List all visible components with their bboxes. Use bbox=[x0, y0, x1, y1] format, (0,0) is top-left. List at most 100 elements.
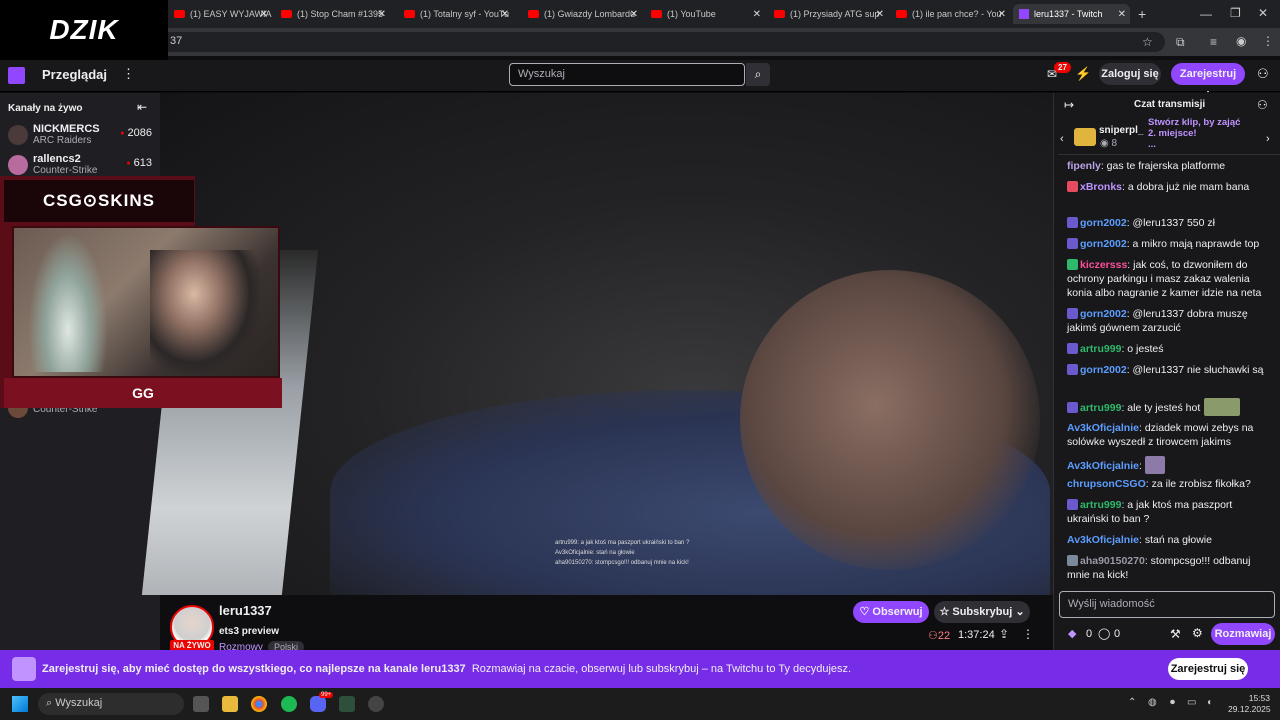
browser-tab[interactable]: (1) Stop Cham #1395 ✕ bbox=[275, 4, 390, 24]
search-icon[interactable]: ⌕ bbox=[746, 63, 770, 86]
browser-tab-active[interactable]: leru1337 - Twitch ✕ bbox=[1013, 4, 1130, 24]
chat-message: artru999: a jak ktoś ma paszport ukraińs… bbox=[1067, 498, 1272, 526]
menu-icon[interactable]: ⋮ bbox=[1262, 34, 1274, 48]
browser-tab[interactable]: (1) Totalny syf - YouTu ✕ bbox=[398, 4, 513, 24]
chat-send-button[interactable]: Rozmawiaj bbox=[1211, 623, 1275, 645]
chat-username[interactable]: artru999 bbox=[1080, 499, 1121, 511]
bits-icon[interactable]: ◆ bbox=[1068, 627, 1076, 640]
browser-tab[interactable]: (1) ile pan chce? - You ✕ bbox=[890, 4, 1010, 24]
browser-tab[interactable]: (1) Przysiady ATG sup ✕ bbox=[768, 4, 888, 24]
file-explorer-icon[interactable] bbox=[222, 696, 238, 712]
close-icon[interactable]: ✕ bbox=[998, 9, 1006, 20]
browser-tab[interactable]: (1) EASY WYJAWIA BR✕ bbox=[168, 4, 272, 24]
close-icon[interactable]: ✕ bbox=[630, 9, 638, 20]
chat-username[interactable]: gorn2002 bbox=[1080, 217, 1127, 229]
collapse-chat-icon[interactable]: ↦ bbox=[1064, 98, 1074, 112]
microphone-icon[interactable]: ⏺ bbox=[1170, 697, 1175, 708]
more-actions-icon[interactable]: ⋮ bbox=[1022, 627, 1034, 641]
collapse-sidebar-icon[interactable]: ⇤ bbox=[137, 100, 147, 114]
close-icon[interactable]: ✕ bbox=[378, 9, 386, 20]
pinned-user[interactable]: sniperpl_ bbox=[1099, 125, 1143, 136]
address-bar[interactable]: 37 bbox=[150, 32, 1165, 52]
chat-username[interactable]: gorn2002 bbox=[1080, 308, 1127, 320]
clip-prompt[interactable]: Stwórz klip, by zająć 2. miejsce! ... bbox=[1148, 117, 1258, 150]
mod-tools-icon[interactable]: ⚒ bbox=[1170, 627, 1181, 641]
tray-app-icon[interactable]: ◍ bbox=[1148, 697, 1157, 708]
sponsor-banner: CSG⊙SKINS bbox=[4, 180, 194, 222]
obs-icon[interactable] bbox=[368, 696, 384, 712]
new-tab-icon[interactable]: + bbox=[1138, 6, 1146, 22]
chat-username[interactable]: Av3kOficjalnie bbox=[1067, 534, 1139, 546]
bits-count: 0 bbox=[1086, 628, 1093, 640]
youtube-icon bbox=[528, 10, 539, 18]
chat-message: artru999: o jesteś bbox=[1067, 342, 1272, 356]
task-view-icon[interactable] bbox=[193, 696, 209, 712]
taskbar-search-label: Wyszukaj bbox=[55, 697, 103, 709]
maximize-icon[interactable]: ❐ bbox=[1230, 6, 1241, 20]
browse-link[interactable]: Przeglądaj bbox=[42, 67, 107, 82]
bookmark-star-icon[interactable]: ☆ bbox=[1142, 35, 1153, 49]
chat-username[interactable]: Av3kOficjalnie bbox=[1067, 460, 1139, 472]
chat-username[interactable]: aha90150270 bbox=[1080, 555, 1145, 567]
browser-tab[interactable]: (1) Gwiazdy Lombardu ✕ bbox=[522, 4, 642, 24]
banner-signup-button[interactable]: Zarejestruj się bbox=[1168, 658, 1248, 680]
window-close-icon[interactable]: ✕ bbox=[1258, 6, 1268, 20]
tray-chevron-up-icon[interactable]: ⌃ bbox=[1128, 697, 1136, 708]
overlay-chat-line: aha90150270: stompcsgo!!! odbanuj mnie n… bbox=[555, 560, 689, 566]
chat-username[interactable]: Av3kOficjalnie bbox=[1067, 422, 1139, 434]
chat-username[interactable]: gorn2002 bbox=[1080, 364, 1127, 376]
subscribe-button[interactable]: ☆ Subskrybuj ⌄ bbox=[934, 601, 1030, 623]
extensions-icon[interactable]: ⧉ bbox=[1176, 35, 1185, 50]
chevron-down-icon: ⌄ bbox=[1012, 606, 1025, 618]
sidebar-channel[interactable]: NICKMERCS ARC Raiders 2086 bbox=[8, 121, 158, 149]
windows-start-icon[interactable] bbox=[12, 696, 28, 712]
taskbar-clock[interactable]: 15:53 29.12.2025 bbox=[1228, 693, 1271, 715]
taskbar-search[interactable]: ⌕ Wyszukaj bbox=[38, 693, 184, 715]
chat-username[interactable]: gorn2002 bbox=[1080, 238, 1127, 250]
channel-points-icon[interactable]: ◯ bbox=[1098, 627, 1110, 640]
volume-icon[interactable]: ◖ bbox=[1206, 697, 1212, 708]
chat-settings-icon[interactable]: ⚙ bbox=[1192, 626, 1203, 640]
minimize-icon[interactable]: — bbox=[1200, 7, 1212, 21]
chevron-left-icon[interactable]: ‹ bbox=[1060, 133, 1064, 145]
webcam-person bbox=[150, 250, 260, 375]
chat-input[interactable]: Wyślij wiadomość bbox=[1059, 591, 1275, 618]
chrome-icon[interactable] bbox=[251, 696, 267, 712]
close-icon[interactable]: ✕ bbox=[876, 9, 884, 20]
app-icon[interactable] bbox=[339, 696, 355, 712]
community-icon[interactable]: ⚇ bbox=[1257, 98, 1268, 112]
media-icon[interactable]: ≡ bbox=[1210, 35, 1217, 49]
chevron-right-icon[interactable]: › bbox=[1266, 133, 1270, 145]
close-icon[interactable]: ✕ bbox=[501, 9, 509, 20]
more-options-icon[interactable]: ⋮ bbox=[122, 66, 135, 82]
close-icon[interactable]: ✕ bbox=[753, 9, 761, 20]
login-button[interactable]: Zaloguj się bbox=[1099, 63, 1161, 85]
discord-badge: 99+ bbox=[319, 692, 334, 698]
tab-title: (1) YouTube bbox=[667, 9, 716, 19]
spotify-icon[interactable] bbox=[281, 696, 297, 712]
chat-username[interactable]: fipenly bbox=[1067, 160, 1101, 172]
user-menu-icon[interactable]: ⚇ bbox=[1257, 66, 1269, 82]
close-icon[interactable]: ✕ bbox=[260, 9, 268, 20]
sidebar-channel[interactable]: rallencs2 Counter-Strike 613 bbox=[8, 151, 158, 179]
chat-username[interactable]: artru999 bbox=[1080, 343, 1121, 355]
network-icon[interactable]: ▭ bbox=[1187, 697, 1196, 708]
chat-username[interactable]: xBronks bbox=[1080, 181, 1122, 193]
search-input[interactable]: Wyszukaj bbox=[509, 63, 745, 86]
turbo-icon[interactable]: ⚡ bbox=[1075, 66, 1091, 82]
chat-username[interactable]: kiczersss bbox=[1080, 259, 1127, 271]
twitch-logo-icon[interactable] bbox=[8, 67, 25, 84]
close-icon[interactable]: ✕ bbox=[1118, 9, 1126, 20]
sidebar-title: Kanały na żywo bbox=[8, 103, 83, 114]
clip-prompt-line: Stwórz klip, by zająć bbox=[1148, 117, 1241, 128]
signup-button[interactable]: Zarejestruj się bbox=[1171, 63, 1245, 102]
browser-tab[interactable]: (1) YouTube ✕ bbox=[645, 4, 765, 24]
chat-username[interactable]: chrupsonCSGO bbox=[1067, 478, 1146, 490]
streamer-name[interactable]: leru1337 bbox=[219, 603, 272, 618]
share-icon[interactable]: ⇪ bbox=[999, 627, 1009, 641]
follow-button[interactable]: ♡ Obserwuj bbox=[853, 601, 929, 623]
emote-icon bbox=[1144, 456, 1165, 474]
profile-icon[interactable]: ◉ bbox=[1236, 34, 1246, 48]
chat-username[interactable]: artru999 bbox=[1080, 402, 1121, 414]
discord-icon[interactable] bbox=[310, 696, 326, 712]
